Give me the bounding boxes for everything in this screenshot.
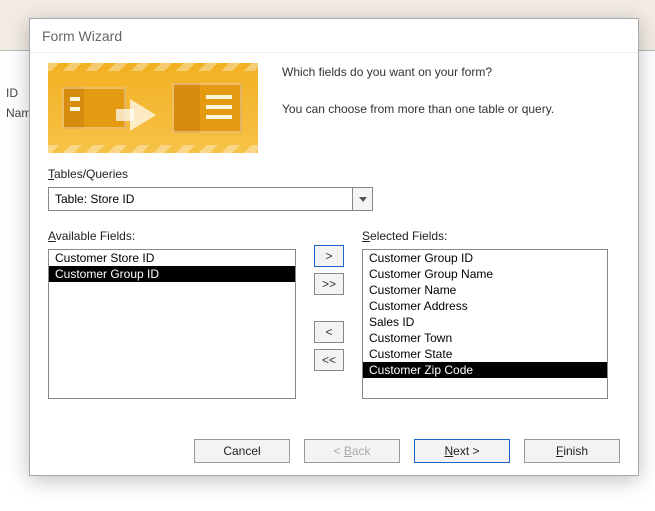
available-fields-listbox[interactable]: Customer Store IDCustomer Group ID xyxy=(48,249,296,399)
form-wizard-dialog: Form Wizard Which fields do you want on … xyxy=(29,18,639,476)
selected-fields-listbox[interactable]: Customer Group IDCustomer Group NameCust… xyxy=(362,249,608,399)
list-item[interactable]: Customer Address xyxy=(363,298,607,314)
remove-all-fields-button[interactable]: << xyxy=(314,349,344,371)
list-item[interactable]: Customer Name xyxy=(363,282,607,298)
next-button[interactable]: Next > xyxy=(414,439,510,463)
cancel-button[interactable]: Cancel xyxy=(194,439,290,463)
tables-queries-combo[interactable]: Table: Store ID xyxy=(48,187,353,211)
wizard-hero-text: Which fields do you want on your form? Y… xyxy=(282,63,554,153)
combo-value: Table: Store ID xyxy=(55,192,134,206)
list-item[interactable]: Customer Town xyxy=(363,330,607,346)
add-field-button[interactable]: > xyxy=(314,245,344,267)
bg-label-name: Nam xyxy=(6,106,31,120)
back-button[interactable]: < Back xyxy=(304,439,400,463)
list-item[interactable]: Customer Group ID xyxy=(363,250,607,266)
tables-queries-dropdown-button[interactable] xyxy=(353,187,373,211)
selected-fields-label: Selected Fields: xyxy=(362,229,608,243)
wizard-hero-image xyxy=(48,63,258,153)
list-item[interactable]: Customer Group ID xyxy=(49,266,295,282)
finish-button[interactable]: Finish xyxy=(524,439,620,463)
add-all-fields-button[interactable]: >> xyxy=(314,273,344,295)
list-item[interactable]: Customer State xyxy=(363,346,607,362)
bg-label-id: ID xyxy=(6,86,18,100)
tables-queries-label: Tables/Queries xyxy=(48,167,620,181)
list-item[interactable]: Customer Group Name xyxy=(363,266,607,282)
list-item[interactable]: Customer Zip Code xyxy=(363,362,607,378)
remove-field-button[interactable]: < xyxy=(314,321,344,343)
hero-line-2: You can choose from more than one table … xyxy=(282,100,554,119)
chevron-down-icon xyxy=(359,197,367,202)
hero-line-1: Which fields do you want on your form? xyxy=(282,63,554,82)
dialog-title: Form Wizard xyxy=(30,19,638,53)
available-fields-label: Available Fields: xyxy=(48,229,296,243)
list-item[interactable]: Customer Store ID xyxy=(49,250,295,266)
list-item[interactable]: Sales ID xyxy=(363,314,607,330)
